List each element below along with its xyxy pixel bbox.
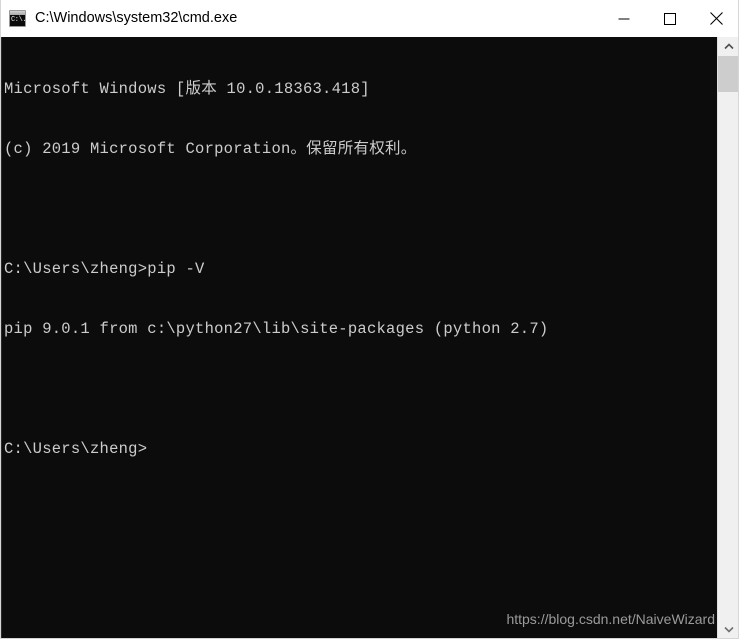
scroll-up-button[interactable] — [718, 37, 739, 56]
scrollbar-thumb[interactable] — [718, 56, 739, 92]
terminal-line: pip 9.0.1 from c:\python27\lib\site-pack… — [4, 320, 549, 338]
maximize-button[interactable] — [647, 0, 693, 37]
close-button[interactable] — [693, 0, 739, 37]
terminal-text: Microsoft Windows [版本 10.0.18363.418] (c… — [4, 39, 716, 499]
chevron-down-icon — [724, 626, 734, 633]
cmd-console-icon: C:\. — [9, 10, 27, 27]
window-controls — [601, 0, 739, 37]
minimize-button[interactable] — [601, 0, 647, 37]
terminal-line: (c) 2019 Microsoft Corporation。保留所有权利。 — [4, 140, 417, 158]
vertical-scrollbar[interactable] — [717, 37, 739, 639]
chevron-up-icon — [724, 43, 734, 50]
terminal-output-area[interactable]: Microsoft Windows [版本 10.0.18363.418] (c… — [0, 37, 739, 639]
window-title: C:\Windows\system32\cmd.exe — [35, 10, 238, 26]
terminal-line: C:\Users\zheng>pip -V — [4, 260, 205, 278]
cmd-icon-glyph: C:\. — [11, 16, 27, 24]
terminal-line: Microsoft Windows [版本 10.0.18363.418] — [4, 80, 370, 98]
close-icon — [709, 12, 723, 25]
watermark-text: https://blog.csdn.net/NaiveWizard — [506, 611, 715, 627]
minimize-icon — [618, 18, 630, 19]
cmd-window: C:\. C:\Windows\system32\cmd.exe Microso… — [0, 0, 739, 639]
scrollbar-track[interactable] — [718, 56, 739, 620]
scroll-down-button[interactable] — [718, 620, 739, 639]
cmd-icon-titlestrip — [10, 11, 25, 15]
title-bar[interactable]: C:\. C:\Windows\system32\cmd.exe — [0, 0, 739, 38]
terminal-prompt-line: C:\Users\zheng> — [4, 440, 148, 458]
maximize-icon — [664, 12, 676, 25]
